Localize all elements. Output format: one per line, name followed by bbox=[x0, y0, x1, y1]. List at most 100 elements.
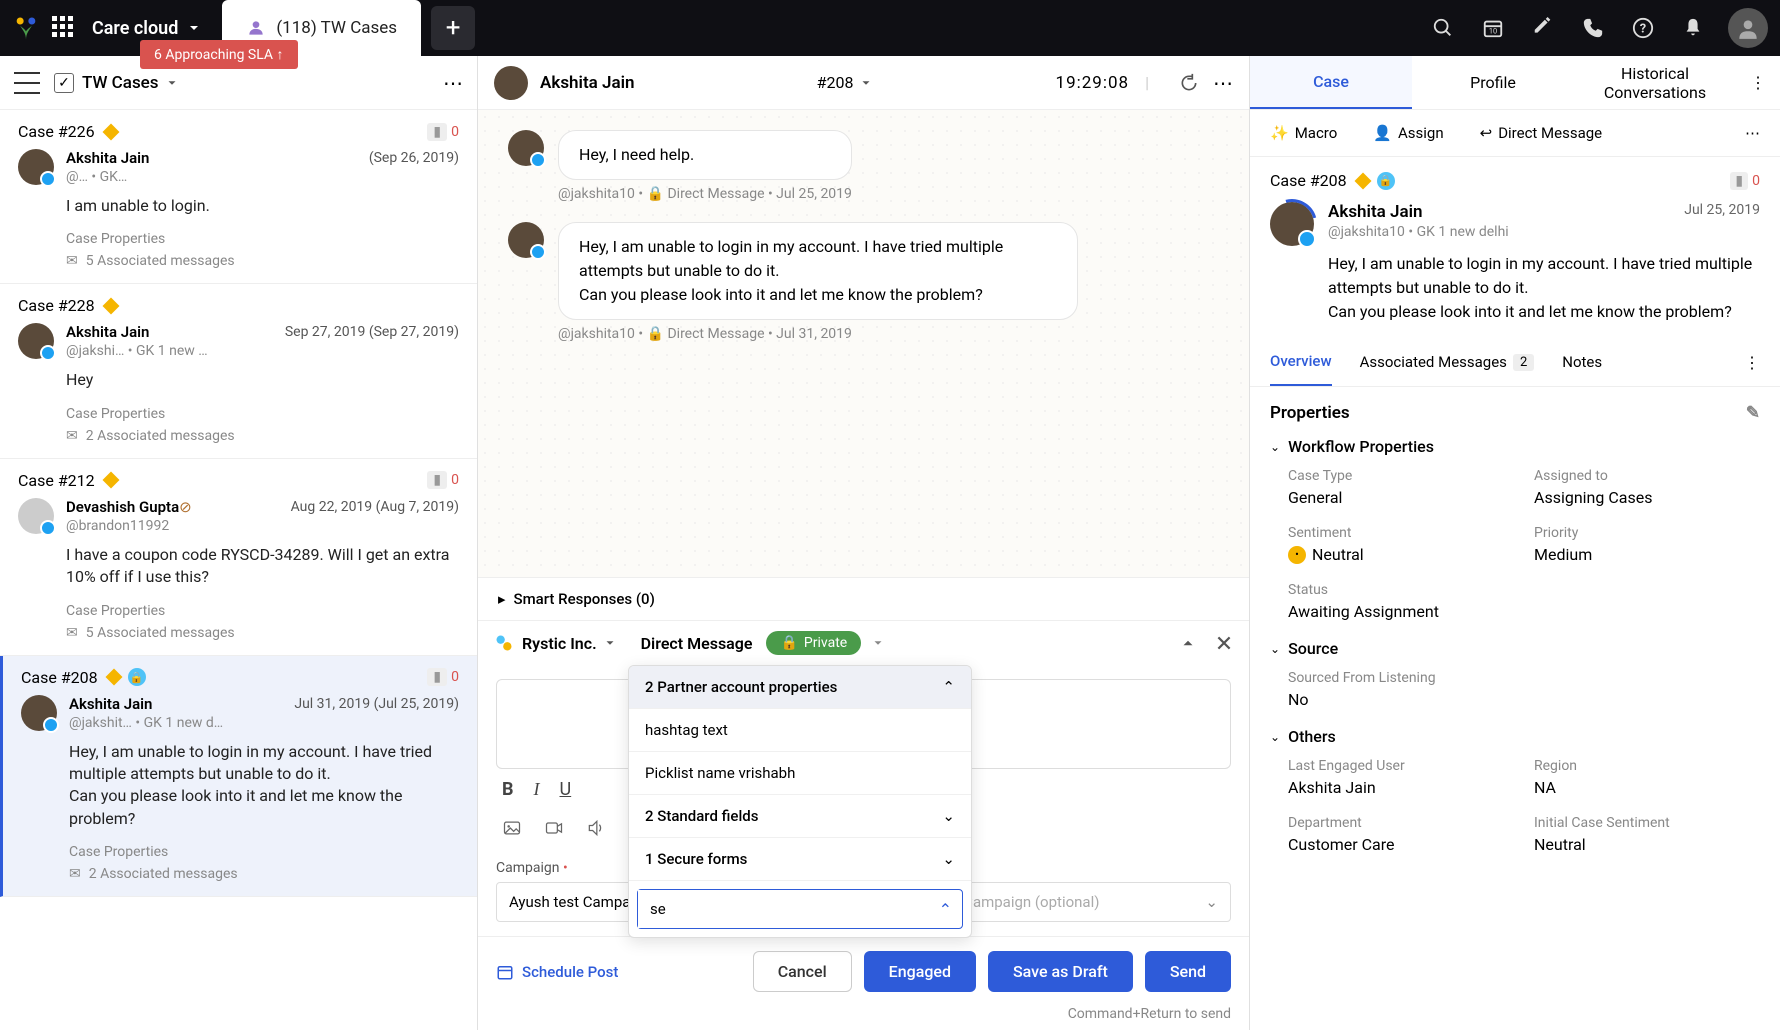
send-button[interactable]: Send bbox=[1145, 951, 1231, 992]
tab-associated-messages[interactable]: Associated Messages2 bbox=[1360, 339, 1535, 385]
header-case-number[interactable]: #208 bbox=[817, 73, 874, 92]
tab-profile[interactable]: Profile bbox=[1412, 57, 1574, 108]
workspace-selector[interactable]: Care cloud bbox=[92, 18, 202, 39]
message-row: Hey, I need help. @jakshita10 • 🔒 Direct… bbox=[508, 130, 1219, 202]
details-panel: Case Profile Historical Conversations ⋮ … bbox=[1250, 56, 1780, 1030]
tab-overview[interactable]: Overview bbox=[1270, 338, 1332, 386]
more-icon[interactable]: ⋮ bbox=[1736, 73, 1780, 92]
smart-responses-toggle[interactable]: ▸ Smart Responses (0) bbox=[478, 577, 1249, 620]
cases-panel: ✓ TW Cases ⋯ 6 Approaching SLA ↑ Case #2… bbox=[0, 56, 478, 1030]
conversation-panel: Akshita Jain #208 19:29:08 | ⋯ Hey, I ne… bbox=[478, 56, 1250, 1030]
select-all-checkbox[interactable]: ✓ bbox=[54, 73, 74, 93]
dropdown-section-header[interactable]: 2 Partner account properties⌃ bbox=[629, 666, 971, 709]
dropdown-search[interactable]: ⌃ bbox=[637, 889, 963, 929]
calendar-icon[interactable]: 10 bbox=[1476, 11, 1510, 45]
summary-date: Jul 25, 2019 bbox=[1684, 202, 1760, 222]
send-hint: Command+Return to send bbox=[478, 1006, 1249, 1030]
summary-handle: @jakshita10 • GK 1 new delhi bbox=[1328, 224, 1760, 240]
dropdown-section-header[interactable]: 1 Secure forms⌄ bbox=[629, 838, 971, 881]
search-icon[interactable] bbox=[1426, 11, 1460, 45]
svg-text:10: 10 bbox=[1489, 27, 1497, 36]
details-tabs: Case Profile Historical Conversations ⋮ bbox=[1250, 56, 1780, 110]
group-others[interactable]: ⌄Others bbox=[1270, 727, 1760, 746]
chevron-down-icon[interactable] bbox=[871, 636, 885, 650]
add-tab-button[interactable]: + bbox=[431, 6, 475, 50]
summary-name: Akshita Jain bbox=[1328, 202, 1423, 222]
hamburger-icon[interactable] bbox=[14, 72, 40, 94]
assign-icon: 👤 bbox=[1373, 124, 1392, 142]
italic-button[interactable]: I bbox=[534, 779, 540, 800]
logo-icon bbox=[12, 14, 40, 42]
engaged-button[interactable]: Engaged bbox=[864, 951, 976, 992]
calendar-icon bbox=[496, 963, 514, 981]
company-selector[interactable]: Rystic Inc. bbox=[522, 634, 617, 653]
image-icon[interactable] bbox=[502, 818, 522, 838]
composer-footer: Schedule Post Cancel Engaged Save as Dra… bbox=[478, 936, 1249, 1006]
save-draft-button[interactable]: Save as Draft bbox=[988, 951, 1133, 992]
refresh-icon[interactable] bbox=[1179, 73, 1199, 93]
case-item[interactable]: Case #212▮0 Devashish Gupta ⊘Aug 22, 201… bbox=[0, 459, 477, 656]
macro-button[interactable]: ✨Macro bbox=[1270, 124, 1337, 142]
more-icon[interactable]: ⋯ bbox=[1745, 124, 1760, 142]
account-switch-icon[interactable] bbox=[494, 633, 514, 653]
message-row: Hey, I am unable to login in my account.… bbox=[508, 222, 1219, 342]
chevron-down-icon[interactable] bbox=[165, 76, 179, 90]
dropdown-item[interactable]: Picklist name vrishabh bbox=[629, 752, 971, 795]
summary-avatar[interactable] bbox=[1270, 202, 1314, 246]
case-summary: Case #208 🔒 ▮0 Akshita Jain Jul 25, 2019… bbox=[1250, 157, 1780, 338]
tab-historical[interactable]: Historical Conversations bbox=[1574, 56, 1736, 118]
dropdown-item[interactable]: hashtag text bbox=[629, 709, 971, 752]
close-icon[interactable] bbox=[1215, 634, 1233, 652]
more-icon[interactable]: ⋮ bbox=[1744, 353, 1760, 372]
reply-icon: ↩ bbox=[1480, 124, 1493, 142]
autocomplete-dropdown: 2 Partner account properties⌃ hashtag te… bbox=[628, 665, 972, 938]
more-menu-icon[interactable]: ⋯ bbox=[443, 71, 463, 95]
svg-text:?: ? bbox=[1640, 22, 1646, 37]
audio-icon[interactable] bbox=[586, 818, 606, 838]
conversation-header: Akshita Jain #208 19:29:08 | ⋯ bbox=[478, 56, 1249, 110]
edit-icon[interactable] bbox=[1526, 11, 1560, 45]
properties-title: Properties bbox=[1270, 403, 1350, 423]
dm-button[interactable]: ↩Direct Message bbox=[1480, 124, 1603, 142]
header-name: Akshita Jain bbox=[540, 73, 635, 93]
user-avatar[interactable] bbox=[1728, 8, 1768, 48]
tab-notes[interactable]: Notes bbox=[1562, 339, 1602, 385]
more-icon[interactable]: ⋯ bbox=[1213, 71, 1233, 95]
overview-tabs: Overview Associated Messages2 Notes ⋮ bbox=[1250, 338, 1780, 387]
user-icon bbox=[246, 18, 266, 38]
schedule-post-button[interactable]: Schedule Post bbox=[496, 963, 618, 981]
collapse-icon[interactable] bbox=[1179, 634, 1197, 652]
header-time: 19:29:08 bbox=[1056, 73, 1130, 93]
chevron-down-icon bbox=[859, 76, 873, 90]
group-source[interactable]: ⌄Source bbox=[1270, 639, 1760, 658]
cancel-button[interactable]: Cancel bbox=[753, 951, 852, 992]
header-avatar[interactable] bbox=[494, 66, 528, 100]
composer-bar: Rystic Inc. Direct Message 🔒 Private bbox=[478, 620, 1249, 665]
help-icon[interactable]: ? bbox=[1626, 11, 1660, 45]
conversation-thread: Hey, I need help. @jakshita10 • 🔒 Direct… bbox=[478, 110, 1249, 577]
lock-badge-icon: 🔒 bbox=[1377, 172, 1395, 190]
phone-icon[interactable] bbox=[1576, 11, 1610, 45]
diamond-icon bbox=[1354, 172, 1371, 189]
bold-button[interactable]: B bbox=[502, 779, 514, 800]
properties-section: Properties ✎ ⌄Workflow Properties Case T… bbox=[1250, 387, 1780, 888]
dropdown-search-input[interactable] bbox=[638, 890, 922, 928]
channel-label: Direct Message bbox=[641, 634, 753, 653]
actions-row: ✨Macro 👤Assign ↩Direct Message ⋯ bbox=[1250, 110, 1780, 157]
underline-button[interactable]: U bbox=[560, 779, 572, 800]
summary-message: Hey, I am unable to login in my account.… bbox=[1328, 252, 1760, 324]
bell-icon[interactable] bbox=[1676, 11, 1710, 45]
edit-icon[interactable]: ✎ bbox=[1746, 403, 1760, 423]
apps-grid-icon[interactable] bbox=[52, 16, 76, 40]
case-item[interactable]: Case #228 Akshita JainSep 27, 2019 (Sep … bbox=[0, 284, 477, 458]
wand-icon: ✨ bbox=[1270, 124, 1289, 142]
group-workflow[interactable]: ⌄Workflow Properties bbox=[1270, 437, 1760, 456]
tab-case[interactable]: Case bbox=[1250, 56, 1412, 109]
dropdown-section-header[interactable]: 2 Standard fields⌄ bbox=[629, 795, 971, 838]
video-icon[interactable] bbox=[544, 818, 564, 838]
assign-button[interactable]: 👤Assign bbox=[1373, 124, 1443, 142]
editor-area: B I U 2 Partner account properties⌃ hash… bbox=[478, 665, 1249, 860]
case-item[interactable]: Case #226▮0 Akshita Jain (Sep 26, 2019) … bbox=[0, 110, 477, 284]
sentiment-icon: • bbox=[1288, 546, 1306, 564]
case-item[interactable]: Case #208🔒▮0 Akshita JainJul 31, 2019 (J… bbox=[0, 656, 477, 898]
